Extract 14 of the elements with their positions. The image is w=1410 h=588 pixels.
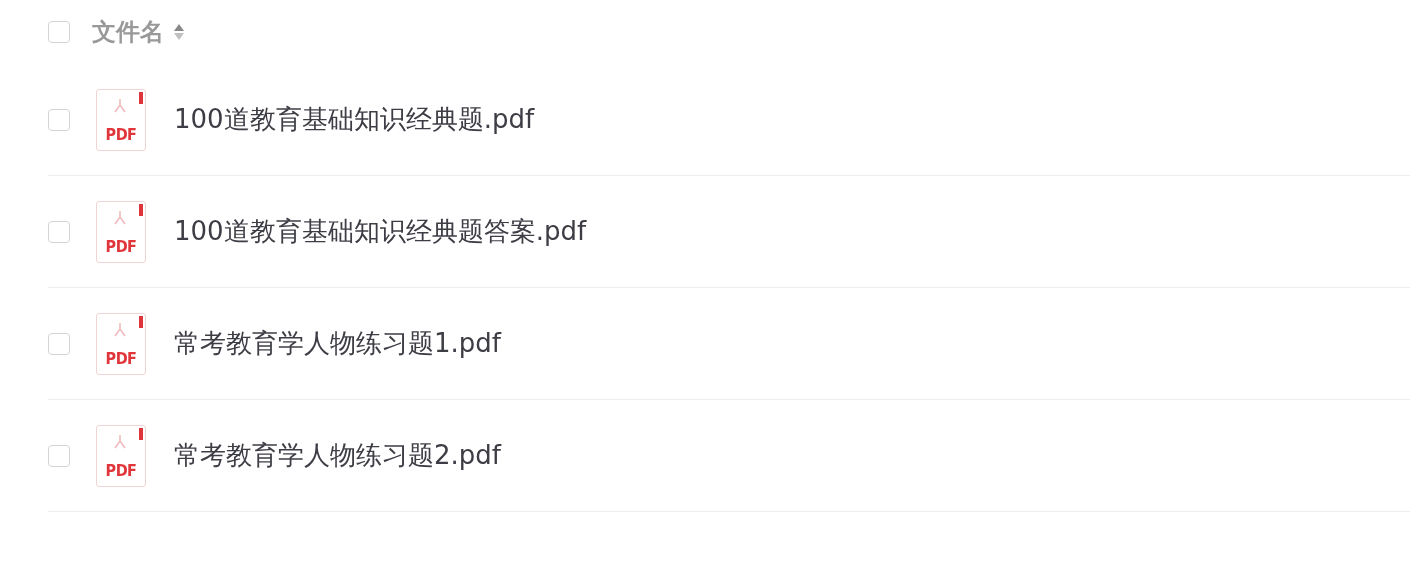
row-checkbox[interactable] <box>48 332 70 355</box>
row-checkbox[interactable] <box>48 108 70 131</box>
file-name[interactable]: 常考教育学人物练习题1.pdf <box>174 326 501 361</box>
pdf-file-icon: PDF <box>96 200 146 263</box>
select-all-checkbox[interactable] <box>48 21 70 43</box>
row-checkbox[interactable] <box>48 220 70 243</box>
pdf-file-icon: PDF <box>96 88 146 151</box>
file-name[interactable]: 常考教育学人物练习题2.pdf <box>174 438 501 473</box>
file-name[interactable]: 100道教育基础知识经典题.pdf <box>174 102 535 137</box>
row-checkbox[interactable] <box>48 444 70 467</box>
file-name[interactable]: 100道教育基础知识经典题答案.pdf <box>174 214 587 249</box>
pdf-file-icon: PDF <box>96 312 146 375</box>
sort-icon[interactable] <box>174 23 184 41</box>
pdf-file-icon: PDF <box>96 424 146 487</box>
